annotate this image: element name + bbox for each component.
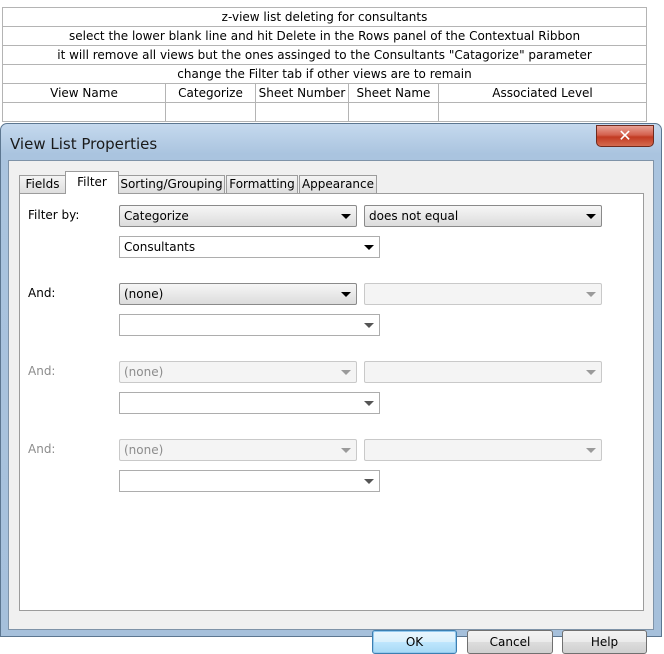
filter-2-field-value: (none): [124, 287, 164, 301]
close-icon: ✕: [618, 126, 632, 145]
filter-3-value-combo: [119, 392, 380, 414]
filter-4-condition-select: [364, 439, 602, 461]
filter-panel: Filter by: Categorize does not equal Con…: [19, 193, 644, 611]
table-cell[interactable]: [255, 102, 349, 122]
filter-3-field-value: (none): [124, 365, 164, 379]
column-header[interactable]: Categorize: [165, 83, 256, 103]
column-header[interactable]: Sheet Name: [348, 83, 439, 103]
filter-1-field-select[interactable]: Categorize: [119, 205, 357, 227]
filter-1-value: Consultants: [124, 240, 196, 254]
filter-2-field-select[interactable]: (none): [119, 283, 357, 305]
filter-3-field-select: (none): [119, 361, 357, 383]
tab-appearance[interactable]: Appearance: [299, 175, 377, 193]
tab-fields[interactable]: Fields: [19, 175, 66, 193]
filter-4-value-combo: [119, 470, 380, 492]
filter-3-condition-select: [364, 361, 602, 383]
chevron-down-icon: [341, 292, 351, 297]
chevron-down-icon: [364, 401, 374, 406]
filter-1-condition-select[interactable]: does not equal: [364, 205, 602, 227]
table-cell[interactable]: [2, 102, 166, 122]
filter-1-field-value: Categorize: [124, 209, 189, 223]
filter-2-condition-select: [364, 283, 602, 305]
tab-sorting-grouping[interactable]: Sorting/Grouping: [118, 175, 225, 193]
title-bar[interactable]: View List Properties ✕: [1, 124, 661, 160]
column-header[interactable]: Sheet Number: [255, 83, 349, 103]
dialog-title: View List Properties: [10, 135, 158, 153]
close-button[interactable]: ✕: [596, 125, 654, 147]
chevron-down-icon: [364, 245, 374, 250]
and-label: And:: [28, 442, 56, 456]
table-cell[interactable]: [437, 102, 648, 122]
column-header[interactable]: Associated Level: [437, 83, 648, 103]
ok-button[interactable]: OK: [372, 630, 457, 654]
filter-1-value-combo[interactable]: Consultants: [119, 236, 380, 258]
filter-1-condition-value: does not equal: [369, 209, 459, 223]
table-cell[interactable]: [348, 102, 439, 122]
chevron-down-icon: [364, 479, 374, 484]
table-cell[interactable]: [165, 102, 256, 122]
view-list-properties-dialog: View List Properties ✕ Fields Filter Sor…: [0, 123, 662, 654]
schedule-note: it will remove all views but the ones as…: [1, 45, 648, 65]
help-button[interactable]: Help: [562, 630, 647, 654]
chevron-down-icon: [364, 323, 374, 328]
chevron-down-icon: [586, 292, 596, 297]
schedule-note: select the lower blank line and hit Dele…: [1, 26, 648, 46]
filter-4-field-select: (none): [119, 439, 357, 461]
chevron-down-icon: [341, 214, 351, 219]
tab-formatting[interactable]: Formatting: [226, 175, 298, 193]
schedule-note: change the Filter tab if other views are…: [1, 64, 648, 84]
chevron-down-icon: [341, 370, 351, 375]
chevron-down-icon: [586, 214, 596, 219]
and-label: And:: [28, 364, 56, 378]
chevron-down-icon: [341, 448, 351, 453]
cancel-button[interactable]: Cancel: [467, 630, 553, 654]
filter-2-value-combo[interactable]: [119, 314, 380, 336]
chevron-down-icon: [586, 448, 596, 453]
filter-by-label: Filter by:: [28, 208, 80, 222]
tab-filter[interactable]: Filter: [65, 171, 119, 194]
schedule-title: z-view list deleting for consultants: [1, 7, 648, 27]
column-header[interactable]: View Name: [2, 83, 166, 103]
schedule-table: z-view list deleting for consultants sel…: [1, 7, 648, 122]
filter-4-field-value: (none): [124, 443, 164, 457]
chevron-down-icon: [586, 370, 596, 375]
and-label: And:: [28, 286, 56, 300]
dialog-body: Fields Filter Sorting/Grouping Formattin…: [8, 160, 654, 654]
